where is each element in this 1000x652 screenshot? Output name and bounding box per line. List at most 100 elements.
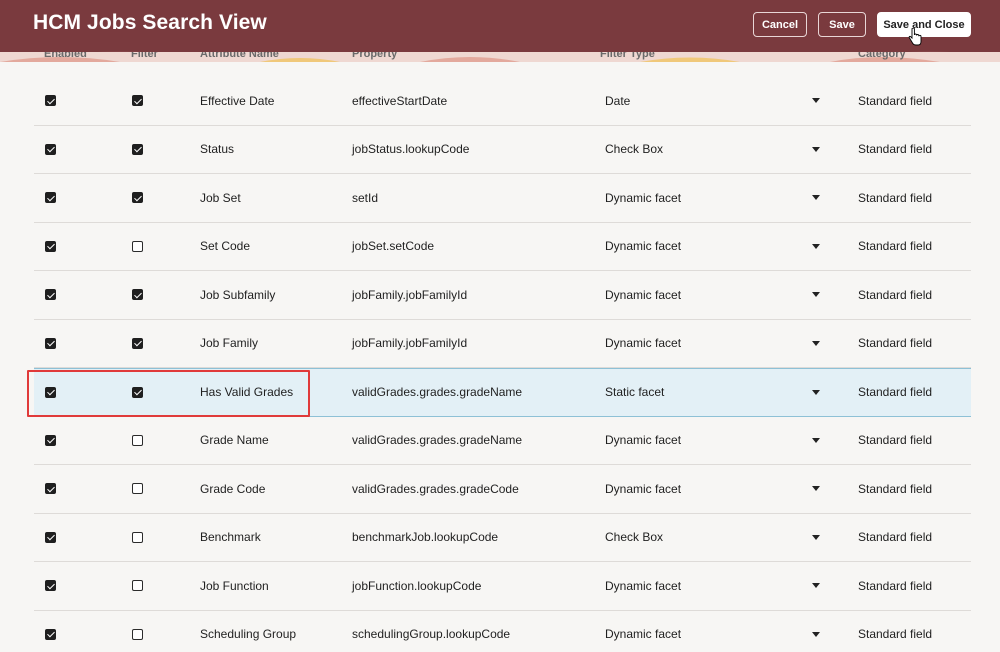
cancel-button[interactable]: Cancel [753,12,807,37]
filter-checkbox[interactable] [132,531,143,543]
enabled-checkbox[interactable] [45,143,56,155]
chevron-down-icon[interactable] [812,195,820,201]
enabled-checkbox[interactable] [45,192,56,204]
enabled-checkbox[interactable] [45,628,56,640]
filter-type-select[interactable]: Check Box [605,126,825,174]
enabled-cell [45,514,56,562]
filter-type-value: Dynamic facet [605,239,682,254]
filter-checkbox[interactable] [132,143,143,155]
app-header: HCM Jobs Search View Cancel Save Save an… [0,0,1000,52]
chevron-down-icon[interactable] [812,583,820,589]
filter-cell [132,223,143,271]
filter-checkbox[interactable] [132,95,143,107]
chevron-down-icon[interactable] [812,486,820,492]
table-row[interactable]: Effective Date effectiveStartDate Date S… [34,77,971,126]
column-header-filter-type[interactable]: Filter Type [600,52,655,60]
attribute-name: Job Function [200,578,269,593]
chevron-down-icon[interactable] [812,292,820,298]
filter-type-select[interactable]: Check Box [605,514,825,562]
filter-checkbox[interactable] [132,580,143,592]
table-row[interactable]: Job Set setId Dynamic facet Standard fie… [34,174,971,223]
enabled-cell [45,223,56,271]
attribute-name: Job Set [200,190,241,205]
chevron-down-icon[interactable] [812,437,820,443]
chevron-down-icon[interactable] [812,534,820,540]
filter-type-select[interactable]: Date [605,77,825,125]
filter-type-select[interactable]: Dynamic facet [605,417,825,465]
filter-type-select[interactable]: Dynamic facet [605,223,825,271]
filter-checkbox[interactable] [132,337,143,349]
column-header-category[interactable]: Category [858,52,906,60]
chevron-down-icon[interactable] [812,631,820,637]
enabled-cell [45,271,56,319]
filter-type-select[interactable]: Dynamic facet [605,174,825,222]
table-row[interactable]: Job Family jobFamily.jobFamilyId Dynamic… [34,320,971,368]
enabled-checkbox[interactable] [45,483,56,495]
category-value: Standard field [858,336,933,351]
enabled-cell [45,611,56,652]
category-value: Standard field [858,142,933,157]
enabled-checkbox[interactable] [45,434,56,446]
filter-type-select[interactable]: Dynamic facet [605,611,825,652]
table-row[interactable]: Job Subfamily jobFamily.jobFamilyId Dyna… [34,271,971,320]
table-row[interactable]: Scheduling Group schedulingGroup.lookupC… [34,611,971,652]
filter-type-value: Dynamic facet [605,433,682,448]
table-row[interactable]: Grade Code validGrades.grades.gradeCode … [34,465,971,514]
chevron-down-icon[interactable] [812,146,820,152]
column-header-property[interactable]: Property [352,52,397,60]
enabled-checkbox[interactable] [45,531,56,543]
filter-checkbox[interactable] [132,192,143,204]
property-value: jobFamily.jobFamilyId [352,336,468,351]
property-value: setId [352,190,379,205]
enabled-checkbox[interactable] [45,240,56,252]
filter-checkbox[interactable] [132,289,143,301]
filter-type-value: Dynamic facet [605,190,682,205]
enabled-cell [45,77,56,125]
property-value: effectiveStartDate [352,93,448,108]
column-header-filter[interactable]: Filter [131,52,158,60]
category-value: Standard field [858,627,933,642]
chevron-down-icon[interactable] [812,243,820,249]
property-value: jobFamily.jobFamilyId [352,287,468,302]
filter-type-select[interactable]: Static facet [605,369,825,416]
filter-cell [132,514,143,562]
property-value: jobFunction.lookupCode [352,578,482,593]
filter-type-value: Dynamic facet [605,578,682,593]
filter-cell [132,126,143,174]
filter-checkbox[interactable] [132,628,143,640]
filter-cell [132,77,143,125]
table-row[interactable]: Grade Name validGrades.grades.gradeName … [34,417,971,465]
filter-cell [132,611,143,652]
enabled-checkbox[interactable] [45,95,56,107]
filter-checkbox[interactable] [132,483,143,495]
save-button[interactable]: Save [818,12,866,37]
filter-checkbox[interactable] [132,240,143,252]
filter-type-select[interactable]: Dynamic facet [605,465,825,513]
column-header-enabled[interactable]: Enabled [44,52,87,60]
table-row[interactable]: Benchmark benchmarkJob.lookupCode Check … [34,514,971,562]
filter-type-value: Static facet [605,385,665,400]
filter-type-select[interactable]: Dynamic facet [605,562,825,610]
category-value: Standard field [858,385,933,400]
save-and-close-button[interactable]: Save and Close [877,12,971,37]
column-header-attribute-name[interactable]: Attribute Name [200,52,279,60]
attributes-table: Effective Date effectiveStartDate Date S… [34,77,971,652]
enabled-cell [45,126,56,174]
chevron-down-icon[interactable] [812,340,820,346]
filter-type-select[interactable]: Dynamic facet [605,320,825,368]
category-value: Standard field [858,578,933,593]
table-row[interactable]: Job Function jobFunction.lookupCode Dyna… [34,562,971,611]
filter-type-select[interactable]: Dynamic facet [605,271,825,319]
chevron-down-icon[interactable] [812,98,820,104]
enabled-checkbox[interactable] [45,289,56,301]
enabled-checkbox[interactable] [45,580,56,592]
enabled-checkbox[interactable] [45,337,56,349]
table-row[interactable]: Status jobStatus.lookupCode Check Box St… [34,126,971,174]
annotation-highlight [27,370,310,417]
enabled-cell [45,562,56,610]
table-row[interactable]: Set Code jobSet.setCode Dynamic facet St… [34,223,971,271]
hand-cursor-icon [908,28,922,46]
chevron-down-icon[interactable] [812,389,820,395]
filter-checkbox[interactable] [132,434,143,446]
property-value: validGrades.grades.gradeName [352,385,523,400]
